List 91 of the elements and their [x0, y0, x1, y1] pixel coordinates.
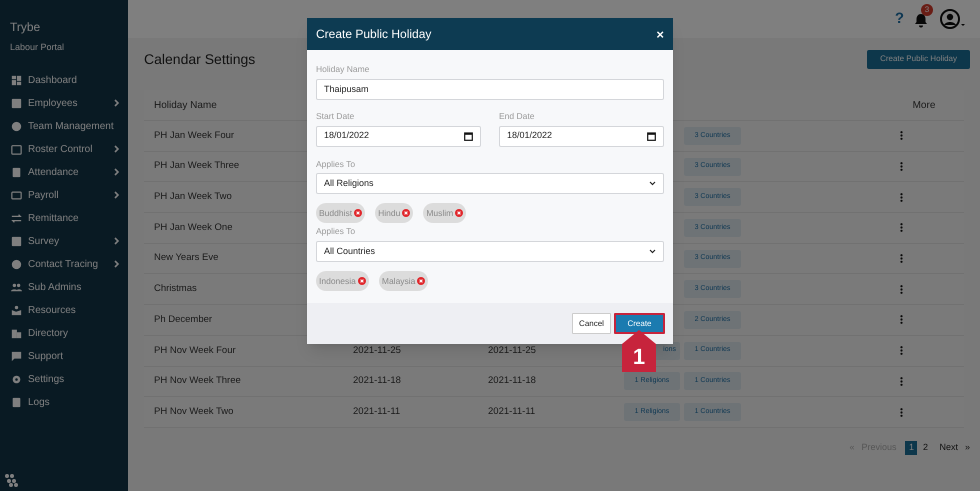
- nav-item[interactable]: Dashboard: [0, 68, 128, 92]
- nav-item[interactable]: Survey: [0, 230, 128, 252]
- people-icon: [11, 282, 22, 292]
- field-label: End Date: [499, 110, 536, 122]
- nav-item[interactable]: Attendance: [0, 160, 128, 184]
- nav-item[interactable]: Roster Control: [0, 138, 128, 160]
- remove-icon[interactable]: [417, 277, 426, 285]
- calendar-icon[interactable]: [647, 132, 656, 140]
- more-icon[interactable]: [900, 315, 903, 324]
- select-field[interactable]: All Countries: [316, 241, 664, 262]
- create-holiday-button[interactable]: Create Public Holiday: [867, 50, 970, 68]
- select-field[interactable]: All Religions: [316, 173, 664, 194]
- more-icon[interactable]: [900, 254, 903, 264]
- nav-item[interactable]: Sub Admins: [0, 276, 128, 298]
- remove-icon[interactable]: [455, 209, 464, 218]
- remove-icon[interactable]: [402, 209, 410, 218]
- avatar-icon[interactable]: [940, 9, 966, 29]
- brand-name: Trybe: [10, 19, 42, 36]
- more-icon[interactable]: [900, 284, 903, 294]
- more-icon[interactable]: [900, 131, 903, 140]
- table-cell: Christmas: [154, 283, 197, 294]
- create-button[interactable]: Create: [614, 313, 665, 334]
- calendar-icon: [11, 144, 22, 154]
- nav-item[interactable]: Resources: [0, 298, 128, 322]
- field-label: Start Date: [316, 110, 356, 122]
- building-icon: [11, 328, 22, 338]
- tag-chip: Muslim: [423, 203, 466, 224]
- input-field[interactable]: Thaipusam: [316, 78, 664, 100]
- nav-item[interactable]: Employees: [0, 92, 128, 114]
- table-cell: PH Jan Week Two: [154, 191, 232, 202]
- tag-chip: Buddhist: [316, 203, 366, 224]
- nav-item[interactable]: Directory: [0, 322, 128, 344]
- page-link[interactable]: 2: [920, 440, 930, 455]
- column-header: More: [912, 98, 936, 112]
- page-link[interactable]: 1: [905, 440, 918, 455]
- more-icon[interactable]: [900, 376, 903, 386]
- calendar-icon[interactable]: [464, 132, 473, 140]
- table-cell: PH Nov Week Two: [154, 406, 234, 417]
- more-icon[interactable]: [900, 223, 903, 232]
- more-icon[interactable]: [900, 162, 903, 172]
- notification-count: 3: [921, 4, 933, 16]
- table-cell: PH Jan Week One: [154, 222, 233, 233]
- nav-item[interactable]: Remittance: [0, 206, 128, 230]
- tag-chip: Hindu: [375, 203, 414, 224]
- nav-item[interactable]: Payroll: [0, 184, 128, 206]
- logo-icon: [3, 472, 19, 488]
- help-button[interactable]: ?: [894, 8, 904, 30]
- nav-item[interactable]: Team Management: [0, 114, 128, 138]
- chevron-icon: [649, 249, 656, 254]
- field-label: Holiday Name: [316, 63, 370, 76]
- tag-chip: Malaysia: [378, 271, 428, 291]
- close-button[interactable]: ×: [656, 28, 664, 40]
- more-icon[interactable]: [900, 408, 903, 417]
- next-link[interactable]: Next: [939, 441, 958, 455]
- date-field[interactable]: 18/01/2022: [316, 126, 481, 146]
- more-icon[interactable]: [900, 346, 903, 356]
- modal-title: Create Public Holiday: [316, 26, 432, 43]
- field-label: Applies To: [316, 158, 356, 170]
- column-header: Holiday Name: [154, 98, 218, 112]
- table-cell: Ph December: [154, 314, 212, 325]
- nav-item[interactable]: Logs: [0, 390, 128, 414]
- remove-icon[interactable]: [358, 277, 366, 285]
- field-label: Applies To: [316, 225, 356, 238]
- table-cell-text: 2021-11-11: [353, 404, 402, 419]
- arrows-icon: [11, 212, 22, 224]
- portal-subtitle: Labour Portal: [10, 41, 66, 54]
- table-cell: PH Jan Week Three: [154, 160, 240, 172]
- table-cell: New Years Eve: [154, 252, 218, 264]
- chat-icon: [11, 350, 22, 362]
- table-cell-text: 2021-11-11: [488, 404, 536, 419]
- table-cell-text: 2021-11-25: [353, 344, 402, 358]
- table-cell: PH Nov Week Three: [154, 375, 241, 386]
- cancel-button[interactable]: Cancel: [572, 313, 611, 334]
- table-cell: PH Jan Week Four: [154, 130, 234, 141]
- step-callout: 1: [622, 330, 656, 372]
- nav-item[interactable]: Contact Tracing: [0, 252, 128, 276]
- table-cell-text: 2021-11-18: [488, 374, 537, 388]
- nav-item[interactable]: Support: [0, 344, 128, 368]
- next-arrow[interactable]: »: [964, 441, 970, 455]
- table-cell-text: 2021-11-25: [488, 344, 537, 358]
- nav-item[interactable]: Settings: [0, 368, 128, 390]
- tag-chip: Indonesia: [316, 271, 369, 291]
- table-cell: PH Nov Week Four: [154, 344, 236, 356]
- table-cell-text: 2021-11-18: [353, 374, 402, 388]
- dashboard-icon: [11, 74, 22, 86]
- more-icon[interactable]: [900, 192, 903, 202]
- bell-icon[interactable]: [914, 13, 928, 28]
- remove-icon[interactable]: [354, 209, 362, 218]
- page-title: Calendar Settings: [144, 50, 256, 69]
- date-field[interactable]: 18/01/2022: [499, 126, 664, 146]
- chevron-icon: [649, 181, 656, 186]
